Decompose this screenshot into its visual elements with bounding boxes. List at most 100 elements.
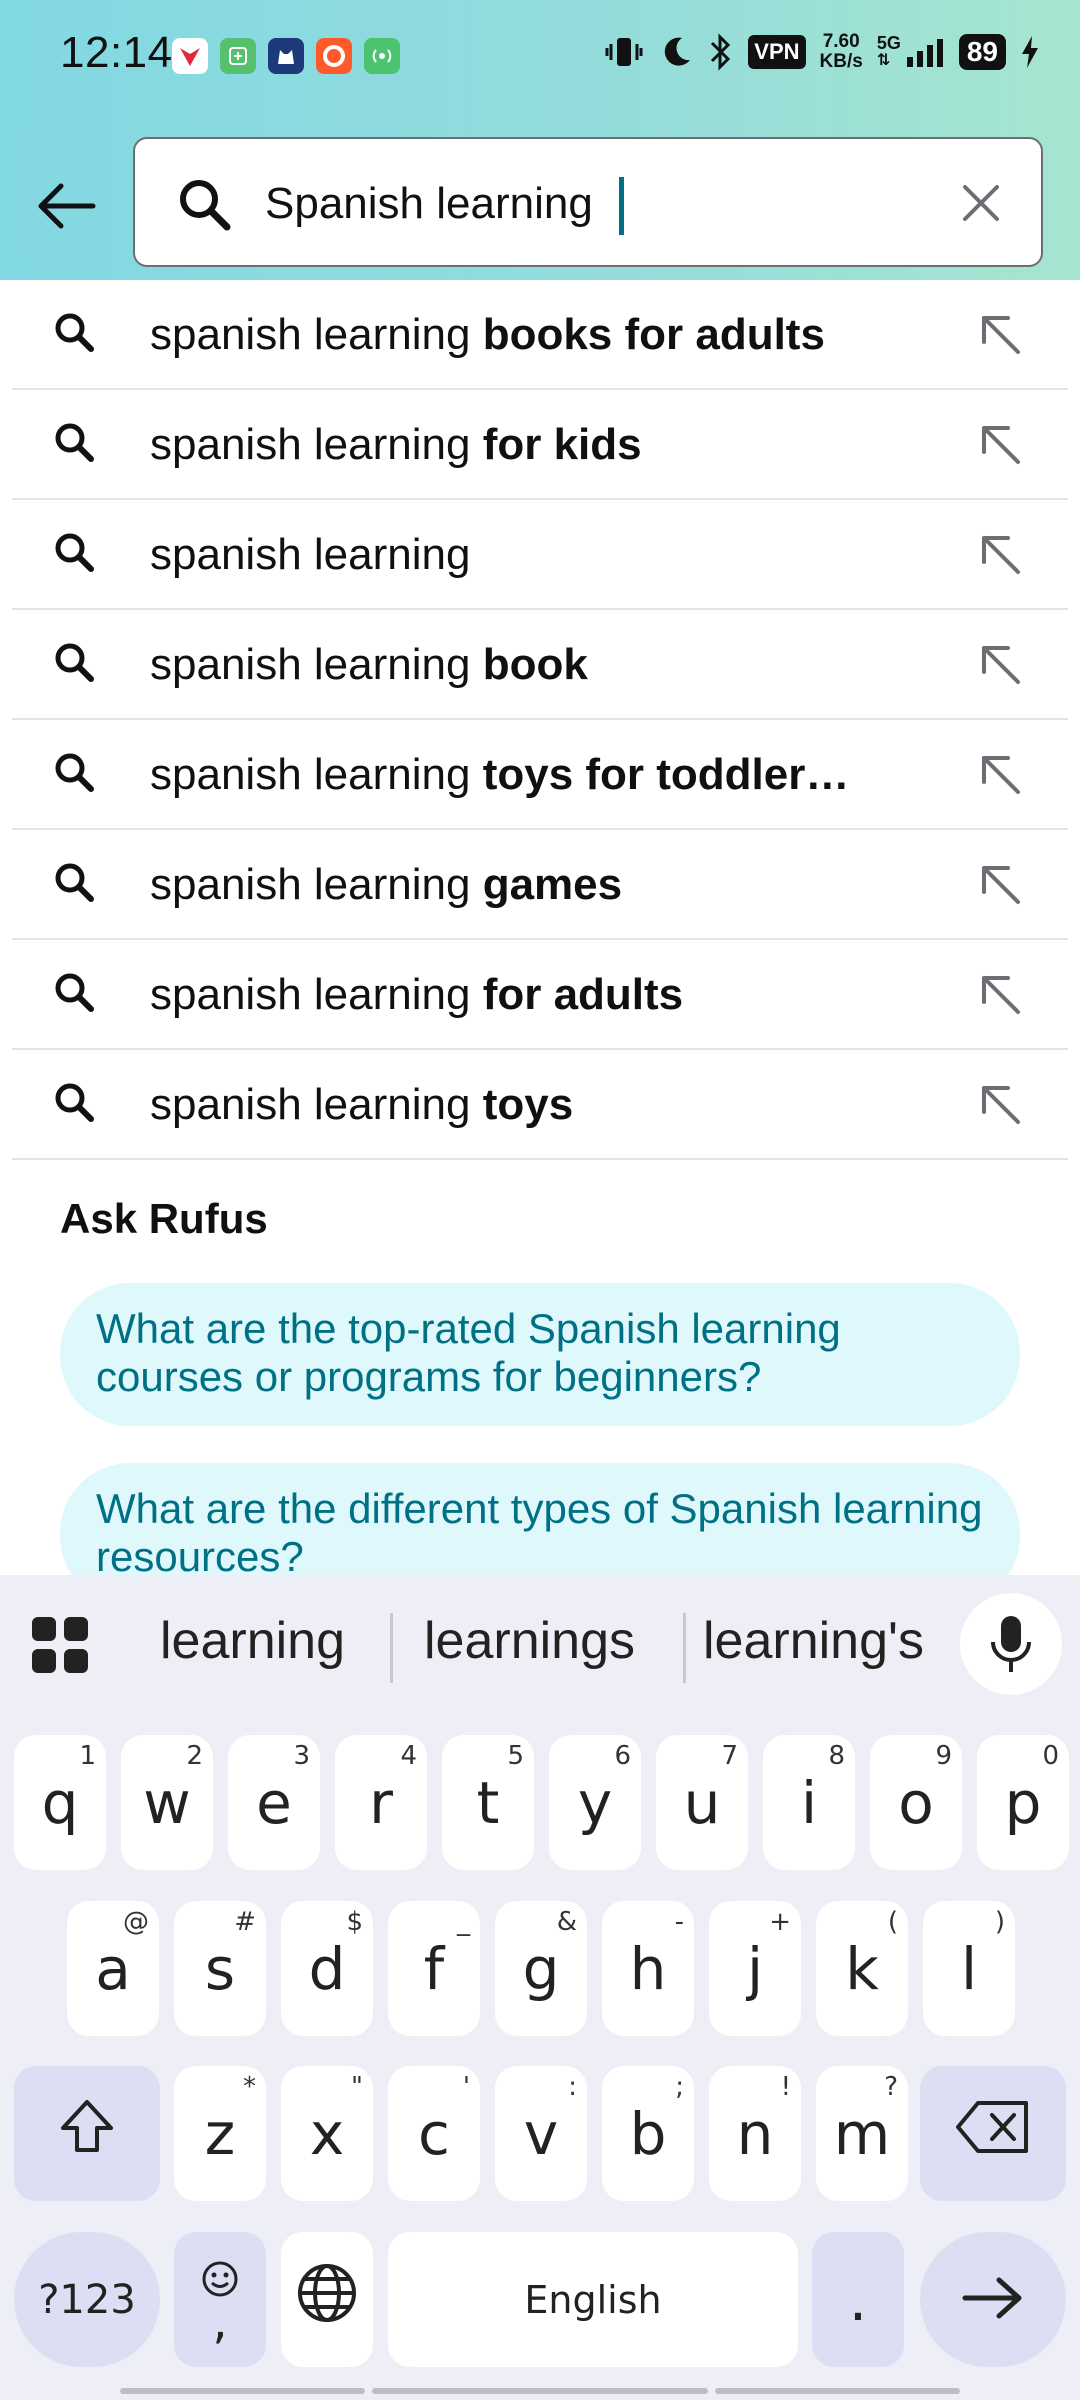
suggestion-text: spanish learning toys	[150, 1080, 930, 1130]
suggestion-row[interactable]: spanish learning books for adults	[12, 280, 1068, 390]
key-j[interactable]: j +	[709, 1901, 801, 2036]
language-globe-key[interactable]	[281, 2232, 373, 2367]
word-suggestion[interactable]: learnings	[424, 1611, 635, 1671]
search-icon	[52, 310, 96, 359]
key-hint: "	[351, 2072, 363, 2102]
key-f[interactable]: f _	[388, 1901, 480, 2036]
suggestion-row[interactable]: spanish learning for kids	[12, 390, 1068, 500]
word-suggestion[interactable]: learning's	[703, 1611, 924, 1671]
key-c[interactable]: c '	[388, 2066, 480, 2201]
key-u[interactable]: u7	[656, 1735, 748, 1870]
key-hint: )	[994, 1907, 1005, 1937]
search-input[interactable]	[265, 169, 925, 239]
key-label: English	[524, 2277, 662, 2322]
key-b[interactable]: b;	[602, 2066, 694, 2201]
rufus-question-chip[interactable]: What are the top-rated Spanish learning …	[60, 1283, 1020, 1426]
fill-query-arrow-icon[interactable]	[974, 858, 1028, 912]
backspace-key[interactable]	[920, 2066, 1066, 2201]
key-k[interactable]: k(	[816, 1901, 908, 2036]
key-o[interactable]: o9	[870, 1735, 962, 1870]
key-t[interactable]: t5	[442, 1735, 534, 1870]
suggestion-row[interactable]: spanish learning toys for toddler…	[12, 720, 1068, 830]
space-key[interactable]: English	[388, 2232, 798, 2367]
keyboard-suggestion-strip: learning learnings learning's	[0, 1575, 1080, 1710]
key-hint: 7	[721, 1741, 738, 1771]
fill-query-arrow-icon[interactable]	[974, 638, 1028, 692]
key-r[interactable]: r4	[335, 1735, 427, 1870]
key-a[interactable]: a @	[67, 1901, 159, 2036]
fill-query-arrow-icon[interactable]	[974, 418, 1028, 472]
emoji-comma-key[interactable]: ,	[174, 2232, 266, 2367]
key-e[interactable]: e3	[228, 1735, 320, 1870]
app-icon-red	[172, 38, 208, 74]
suggestion-text: spanish learning games	[150, 860, 930, 910]
period-key[interactable]: .	[812, 2232, 904, 2367]
search-icon	[52, 530, 96, 579]
ask-rufus-title: Ask Rufus	[60, 1195, 268, 1242]
key-h[interactable]: h-	[602, 1901, 694, 2036]
search-box[interactable]	[133, 137, 1043, 267]
vibrate-icon	[604, 32, 644, 72]
fill-query-arrow-icon[interactable]	[974, 308, 1028, 362]
network-speed-unit: KB/s	[819, 51, 863, 72]
suggestion-row[interactable]: spanish learning toys	[12, 1050, 1068, 1160]
key-y[interactable]: y6	[549, 1735, 641, 1870]
fill-query-arrow-icon[interactable]	[974, 968, 1028, 1022]
key-v[interactable]: v:	[495, 2066, 587, 2201]
symbols-key[interactable]: ?123	[14, 2232, 160, 2367]
key-label: s	[204, 1934, 236, 2003]
suggestion-text: spanish learning toys for toddler…	[150, 750, 930, 800]
bluetooth-icon	[708, 33, 734, 71]
clear-search-icon[interactable]	[951, 173, 1011, 233]
key-hint: #	[234, 1907, 256, 1937]
suggestion-prefix: spanish learning	[150, 640, 471, 689]
search-icon	[52, 860, 96, 909]
fill-query-arrow-icon[interactable]	[974, 1078, 1028, 1132]
app-icon-orange	[316, 38, 352, 74]
key-hint: 2	[186, 1741, 203, 1771]
text-cursor	[619, 177, 624, 235]
gesture-bar	[120, 2388, 365, 2394]
key-label: y	[577, 1768, 613, 1837]
suggestion-text: spanish learning book	[150, 640, 930, 690]
fill-query-arrow-icon[interactable]	[974, 528, 1028, 582]
signal-icon: 5G ⇅	[877, 34, 945, 70]
network-type: 5G	[876, 33, 901, 53]
key-x[interactable]: x "	[281, 2066, 373, 2201]
suggestion-row[interactable]: spanish learning games	[12, 830, 1068, 940]
key-l[interactable]: l)	[923, 1901, 1015, 2036]
key-i[interactable]: i8	[763, 1735, 855, 1870]
search-icon	[52, 640, 96, 689]
key-m[interactable]: m?	[816, 2066, 908, 2201]
key-n[interactable]: n!	[709, 2066, 801, 2201]
key-label: q	[41, 1768, 79, 1837]
suggestion-row[interactable]: spanish learning	[12, 500, 1068, 610]
key-z[interactable]: z *	[174, 2066, 266, 2201]
key-hint: 8	[828, 1741, 845, 1771]
back-arrow-icon[interactable]	[30, 170, 102, 242]
suggestion-prefix: spanish learning	[150, 310, 471, 359]
suggestion-completion: toys	[482, 1080, 574, 1129]
key-label: t	[476, 1768, 500, 1837]
shift-key[interactable]	[14, 2066, 160, 2201]
key-p[interactable]: p0	[977, 1735, 1069, 1870]
suggestion-row[interactable]: spanish learning book	[12, 610, 1068, 720]
key-d[interactable]: d $	[281, 1901, 373, 2036]
key-hint: 3	[293, 1741, 310, 1771]
key-w[interactable]: w2	[121, 1735, 213, 1870]
key-hint: $	[346, 1907, 363, 1937]
keyboard-apps-grid-icon[interactable]	[30, 1615, 94, 1679]
status-right: VPN 7.60 KB/s 5G ⇅ 89	[604, 32, 1040, 72]
microphone-icon[interactable]	[960, 1593, 1062, 1695]
enter-arrow-key[interactable]	[920, 2232, 1066, 2367]
key-hint: 5	[507, 1741, 524, 1771]
word-suggestion[interactable]: learning	[160, 1611, 345, 1671]
key-g[interactable]: g &	[495, 1901, 587, 2036]
emoji-icon	[201, 2256, 239, 2300]
key-s[interactable]: s #	[174, 1901, 266, 2036]
key-hint: '	[462, 2072, 470, 2102]
suggestion-row[interactable]: spanish learning for adults	[12, 940, 1068, 1050]
fill-query-arrow-icon[interactable]	[974, 748, 1028, 802]
key-q[interactable]: q1	[14, 1735, 106, 1870]
status-time: 12:14	[60, 28, 173, 77]
